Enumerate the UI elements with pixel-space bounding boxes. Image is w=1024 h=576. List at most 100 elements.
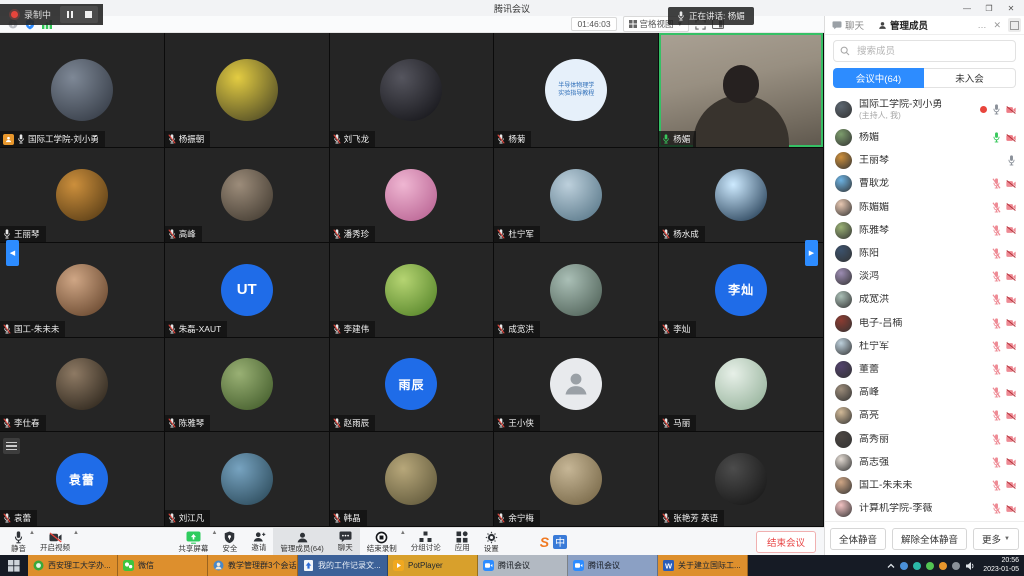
minimize-button[interactable]: — (956, 0, 978, 16)
member-row[interactable]: 国际工学院-刘小勇(主持人, 我) (825, 93, 1024, 126)
member-mic-off-icon[interactable] (992, 318, 1001, 329)
tray-app-orange-icon[interactable] (939, 562, 947, 570)
tab-manage-members[interactable]: 管理成员 (871, 16, 935, 34)
member-camera-off-icon[interactable] (1006, 505, 1016, 513)
member-mic-off-icon[interactable] (992, 410, 1001, 421)
participant-tile[interactable]: 杨媚 (659, 33, 824, 148)
member-row[interactable]: 陈媚媚 (825, 196, 1024, 219)
participant-tile[interactable]: 高峰 (165, 148, 330, 243)
participant-tile[interactable]: UT朱磊-XAUT (165, 243, 330, 338)
member-mic-off-icon[interactable] (992, 341, 1001, 352)
member-mic-off-icon[interactable] (992, 364, 1001, 375)
member-mic-icon[interactable] (992, 132, 1001, 143)
tab-in-meeting[interactable]: 会议中(64) (833, 68, 924, 88)
taskbar-app-button[interactable]: W关于建立国际工... (658, 555, 748, 576)
tray-volume-icon[interactable] (965, 561, 975, 571)
participant-tile[interactable]: 韩晶 (330, 432, 495, 527)
participant-tile[interactable]: 国工-朱未未 (0, 243, 165, 338)
participant-tile[interactable]: 潘秀珍 (330, 148, 495, 243)
member-row[interactable]: 高秀丽 (825, 427, 1024, 450)
taskbar-app-button[interactable]: 教学管理群3个会话 (208, 555, 298, 576)
previous-page-button[interactable]: ◀ (6, 240, 19, 266)
participant-tile[interactable]: 余宁梅 (494, 432, 659, 527)
chat-button[interactable]: 聊天 (331, 528, 360, 556)
member-row[interactable]: 计算机学院-李薇 (825, 497, 1024, 520)
participant-tile[interactable]: 王小侠 (494, 338, 659, 433)
member-mic-off-icon[interactable] (992, 271, 1001, 282)
chevron-up-icon[interactable]: ▲ (73, 530, 79, 536)
taskbar-app-button[interactable]: PotPlayer (388, 555, 478, 576)
member-row[interactable]: 高亮 (825, 404, 1024, 427)
participant-tile[interactable]: 王丽琴 (0, 148, 165, 243)
pause-recording-button[interactable] (60, 6, 79, 23)
record-button[interactable]: 结束录制 ▲ (360, 528, 404, 556)
member-camera-off-icon[interactable] (1006, 365, 1016, 373)
member-row[interactable]: 陈阳 (825, 242, 1024, 265)
member-row[interactable]: 杨媚 (825, 126, 1024, 149)
participant-tile[interactable]: 半导体物理学实验指导教程杨菊 (494, 33, 659, 148)
close-button[interactable]: ✕ (1000, 0, 1022, 16)
participant-tile[interactable]: 杨振朝 (165, 33, 330, 148)
member-row[interactable]: 国工-朱未未 (825, 474, 1024, 497)
end-meeting-button[interactable]: 结束会议 (756, 531, 816, 553)
participant-tile[interactable]: 张艳芳 英语 (659, 432, 824, 527)
tray-app-blue-icon[interactable] (900, 562, 908, 570)
member-camera-off-icon[interactable] (1006, 389, 1016, 397)
member-camera-off-icon[interactable] (1006, 435, 1016, 443)
member-row[interactable]: 淡鸿 (825, 265, 1024, 288)
next-page-button[interactable]: ▶ (805, 240, 818, 266)
participant-tile[interactable]: 杨水成 (659, 148, 824, 243)
stop-recording-button[interactable] (79, 6, 98, 23)
mute-all-button[interactable]: 全体静音 (830, 528, 886, 550)
member-row[interactable]: 陈雅琴 (825, 219, 1024, 242)
participant-tile[interactable]: 马丽 (659, 338, 824, 433)
participant-tile[interactable]: 刘飞龙 (330, 33, 495, 148)
member-row[interactable]: 王丽琴 (825, 149, 1024, 172)
member-camera-off-icon[interactable] (1006, 203, 1016, 211)
member-row[interactable]: 董蕾 (825, 358, 1024, 381)
panel-more-button[interactable]: … (977, 20, 986, 30)
member-mic-off-icon[interactable] (992, 457, 1001, 468)
participant-tile[interactable]: 陈雅琴 (165, 338, 330, 433)
member-camera-off-icon[interactable] (1006, 273, 1016, 281)
participant-tile[interactable]: 李建伟 (330, 243, 495, 338)
taskbar-app-button[interactable]: 腾讯会议 (478, 555, 568, 576)
member-mic-off-icon[interactable] (992, 503, 1001, 514)
member-camera-off-icon[interactable] (1006, 342, 1016, 350)
member-row[interactable]: 曹耿龙 (825, 172, 1024, 195)
participant-tile[interactable]: 杜宁军 (494, 148, 659, 243)
member-mic-off-icon[interactable] (992, 294, 1001, 305)
participant-tile[interactable]: 袁蕾袁蕾 (0, 432, 165, 527)
taskbar-app-button[interactable]: 西安理工大学办... (28, 555, 118, 576)
member-mic-icon[interactable] (1007, 155, 1016, 166)
member-mic-icon[interactable] (992, 104, 1001, 115)
input-method-indicator[interactable]: S 中 (540, 534, 567, 550)
maximize-button[interactable]: ❐ (978, 0, 1000, 16)
member-camera-off-icon[interactable] (1006, 180, 1016, 188)
share-button[interactable]: 共享屏幕 ▲ (171, 528, 215, 556)
member-row[interactable]: 杜宁军 (825, 335, 1024, 358)
tray-expand-icon[interactable] (887, 562, 895, 570)
member-row[interactable]: 成宽洪 (825, 288, 1024, 311)
member-camera-off-icon[interactable] (1006, 481, 1016, 489)
member-mic-off-icon[interactable] (992, 202, 1001, 213)
member-camera-off-icon[interactable] (1006, 412, 1016, 420)
start-button[interactable] (0, 555, 28, 576)
taskbar-app-button[interactable]: 我的工作记录文... (298, 555, 388, 576)
security-button[interactable]: 安全 (215, 528, 244, 556)
member-mic-off-icon[interactable] (992, 248, 1001, 259)
member-row[interactable]: 高峰 (825, 381, 1024, 404)
member-row[interactable]: 高志强 (825, 451, 1024, 474)
member-row[interactable]: 电子-吕楠 (825, 312, 1024, 335)
tray-app-green-icon[interactable] (926, 562, 934, 570)
taskbar-clock[interactable]: 20:56 2023-01-05 (980, 557, 1019, 574)
tray-app-teal-icon[interactable] (913, 562, 921, 570)
tab-not-joined[interactable]: 未入会 (924, 68, 1016, 88)
settings-button[interactable]: 设置 (477, 528, 506, 556)
member-camera-off-icon[interactable] (1006, 106, 1016, 114)
more-actions-button[interactable]: 更多▼ (973, 528, 1019, 550)
member-mic-off-icon[interactable] (992, 178, 1001, 189)
participant-tile[interactable]: 国际工学院-刘小勇 (0, 33, 165, 148)
participant-tile[interactable]: 成宽洪 (494, 243, 659, 338)
participant-tile[interactable]: 雨辰赵雨辰 (330, 338, 495, 433)
